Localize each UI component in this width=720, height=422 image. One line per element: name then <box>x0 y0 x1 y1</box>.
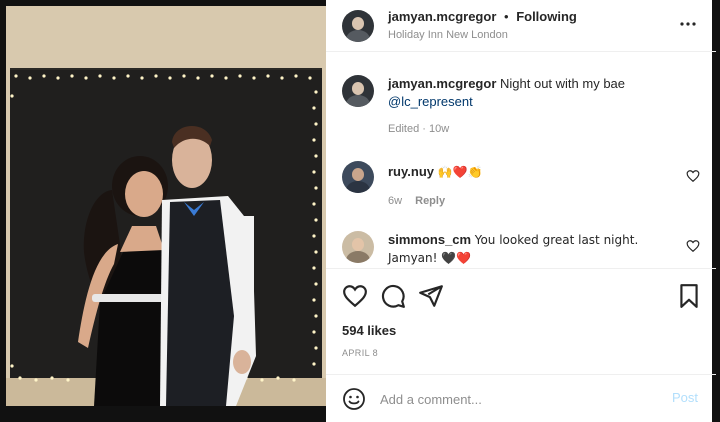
comment-input[interactable] <box>380 385 660 413</box>
share-icon[interactable] <box>418 283 444 309</box>
post-header: jamyan.mcgregor • Following Holiday Inn … <box>326 0 716 52</box>
caption-username[interactable]: jamyan.mcgregor <box>388 76 496 91</box>
post-actions: 594 likes APRIL 8 <box>326 268 716 380</box>
comment-icon[interactable] <box>380 283 406 309</box>
post-date: APRIL 8 <box>342 348 378 358</box>
author-username[interactable]: jamyan.mcgregor <box>388 9 496 24</box>
caption-edited: Edited · 10w <box>388 123 450 135</box>
commenter-avatar[interactable] <box>342 161 374 193</box>
commenter-avatar[interactable] <box>342 231 374 263</box>
comment-text: 🙌❤️👏 <box>437 165 483 179</box>
caption: jamyan.mcgregor Night out with my bae @l… <box>326 71 716 147</box>
comment-item: simmons_cm You looked great last night. … <box>326 227 716 268</box>
comment-username[interactable]: ruy.nuy <box>388 164 434 179</box>
post-photo[interactable] <box>6 6 326 406</box>
reply-button[interactable]: Reply <box>415 195 445 207</box>
comments-list[interactable]: jamyan.mcgregor Night out with my bae @l… <box>326 53 716 268</box>
comment-item: ruy.nuy 🙌❤️👏 6w Reply <box>326 155 716 211</box>
add-comment-bar: Post <box>326 374 716 422</box>
heart-icon[interactable] <box>342 283 368 309</box>
likes-count[interactable]: 594 likes <box>342 323 396 338</box>
comment-time: 6w <box>388 195 403 207</box>
emoji-icon[interactable] <box>342 387 366 411</box>
man-figure <box>160 125 256 406</box>
caption-avatar[interactable] <box>342 75 374 107</box>
separator-dot: • <box>504 9 509 24</box>
caption-mention[interactable]: @lc_represent <box>388 94 473 109</box>
bookmark-icon[interactable] <box>676 283 702 309</box>
like-comment-heart-icon[interactable] <box>686 169 700 183</box>
following-button[interactable]: Following <box>516 9 577 24</box>
caption-text: Night out with my bae <box>500 76 626 91</box>
more-options-icon[interactable] <box>676 12 700 36</box>
post-comment-button[interactable]: Post <box>672 390 698 405</box>
post-details-panel: jamyan.mcgregor • Following Holiday Inn … <box>326 0 716 422</box>
post-location[interactable]: Holiday Inn New London <box>388 29 508 41</box>
comment-username[interactable]: simmons_cm <box>388 232 471 247</box>
post-modal: jamyan.mcgregor • Following Holiday Inn … <box>0 0 720 422</box>
like-comment-heart-icon[interactable] <box>686 239 700 253</box>
author-avatar[interactable] <box>342 10 374 42</box>
